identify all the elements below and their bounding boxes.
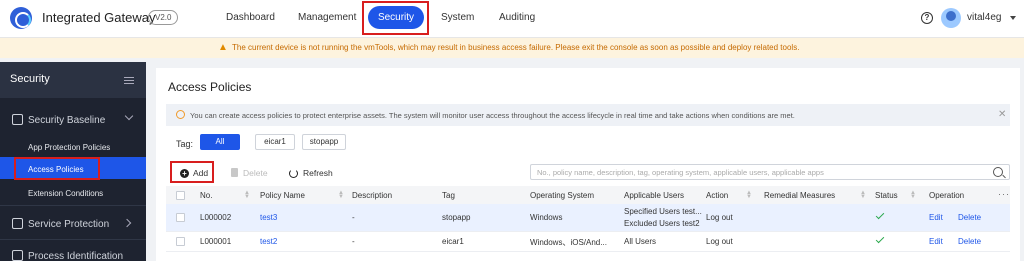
shield-icon <box>12 114 23 125</box>
sidebar-item-process-identification[interactable]: Process Identification <box>28 251 123 261</box>
chevron-right-icon[interactable] <box>122 218 132 228</box>
highlight-box <box>362 1 429 35</box>
cell-users-line1: All Users <box>624 237 657 246</box>
sidebar-item-security-baseline[interactable]: Security Baseline <box>28 115 105 126</box>
info-text: You can create access policies to protec… <box>190 111 795 120</box>
cell-no: L000001 <box>200 237 232 246</box>
cell-policy-name[interactable]: test2 <box>260 237 277 246</box>
collapse-icon[interactable] <box>124 77 134 84</box>
cell-os: Windows <box>530 213 563 222</box>
col-applicable-users: Applicable Users <box>624 191 685 200</box>
delete-link[interactable]: Delete <box>958 213 981 222</box>
tag-all[interactable]: All <box>200 134 240 150</box>
cell-description: - <box>352 213 355 222</box>
sidebar: Security Security Baseline App Protectio… <box>0 62 146 261</box>
col-status: Status <box>875 191 898 200</box>
col-action: Action <box>706 191 729 200</box>
tab-auditing[interactable]: Auditing <box>499 12 535 23</box>
help-icon[interactable]: ? <box>921 12 933 24</box>
info-banner: You can create access policies to protec… <box>166 104 1010 126</box>
highlight-box <box>14 157 100 180</box>
check-icon <box>875 210 885 220</box>
close-icon[interactable]: ✕ <box>998 109 1006 120</box>
highlight-box <box>170 161 214 183</box>
sidebar-item-service-protection[interactable]: Service Protection <box>28 219 109 230</box>
sort-icon[interactable]: ▲ ▼ <box>910 190 916 200</box>
search-input[interactable]: No., policy name, description, tag, oper… <box>530 164 1010 180</box>
app-title: Integrated Gateway <box>42 10 156 25</box>
cell-users-line1: Specified Users test... <box>624 207 702 216</box>
sidebar-item-app-protection[interactable]: App Protection Policies <box>28 143 110 152</box>
search-icon[interactable] <box>993 167 1003 177</box>
sidebar-item-extension-conditions[interactable]: Extension Conditions <box>28 189 103 198</box>
check-icon <box>875 234 885 244</box>
warning-banner: ▲ The current device is not running the … <box>0 38 1024 58</box>
sort-icon[interactable]: ▲ ▼ <box>746 190 752 200</box>
edit-link[interactable]: Edit <box>929 237 943 246</box>
table-row[interactable]: L000002 test3 - stopapp Windows Specifie… <box>166 204 1010 232</box>
avatar[interactable] <box>941 8 961 28</box>
tag-eicar1[interactable]: eicar1 <box>255 134 295 150</box>
col-description: Description <box>352 191 393 200</box>
cell-no: L000002 <box>200 213 232 222</box>
cell-action: Log out <box>706 237 733 246</box>
cell-os: Windows、iOS/And... <box>530 238 607 247</box>
delete-link[interactable]: Delete <box>958 237 981 246</box>
bell-icon: ▲ <box>218 42 228 53</box>
row-checkbox[interactable] <box>176 213 185 222</box>
sort-icon[interactable]: ▲ ▼ <box>338 190 344 200</box>
refresh-icon[interactable] <box>289 169 298 178</box>
main-panel: Access Policies You can create access po… <box>156 68 1020 261</box>
col-operation: Operation <box>929 191 965 200</box>
cell-policy-name[interactable]: test3 <box>260 213 277 222</box>
lightbulb-icon <box>176 110 185 119</box>
page-title: Access Policies <box>168 80 252 94</box>
sort-icon[interactable]: ▲ ▼ <box>860 190 866 200</box>
chevron-down-icon[interactable] <box>124 111 134 121</box>
more-icon[interactable]: ··· <box>998 189 1010 199</box>
version-badge: V2.0 <box>148 10 179 25</box>
process-icon <box>12 250 23 261</box>
col-tag: Tag <box>442 191 455 200</box>
cell-tag: eicar1 <box>442 237 464 246</box>
cell-action: Log out <box>706 213 733 222</box>
trash-icon <box>231 168 238 177</box>
col-remedial-measures: Remedial Measures <box>764 191 836 200</box>
select-all-checkbox[interactable] <box>176 191 185 200</box>
delete-button[interactable]: Delete <box>243 168 268 178</box>
warning-text: The current device is not running the vm… <box>232 43 800 52</box>
sidebar-title: Security <box>10 73 50 85</box>
col-policy-name[interactable]: Policy Name <box>260 191 305 200</box>
search-placeholder: No., policy name, description, tag, oper… <box>537 168 824 177</box>
refresh-button[interactable]: Refresh <box>303 168 333 178</box>
top-nav: Integrated Gateway V2.0 Dashboard Manage… <box>0 0 1024 38</box>
logo-icon <box>10 7 32 29</box>
tab-system[interactable]: System <box>441 12 474 23</box>
sort-icon[interactable]: ▲ ▼ <box>244 190 250 200</box>
username[interactable]: vital4eg <box>967 12 1001 23</box>
col-operating-system: Operating System <box>530 191 595 200</box>
cell-tag: stopapp <box>442 213 471 222</box>
service-icon <box>12 218 23 229</box>
table-header: No. ▲ ▼ Policy Name ▲ ▼ Description Tag Op… <box>166 186 1010 204</box>
edit-link[interactable]: Edit <box>929 213 943 222</box>
cell-users-line2: Excluded Users test2 <box>624 219 700 228</box>
row-checkbox[interactable] <box>176 237 185 246</box>
tab-dashboard[interactable]: Dashboard <box>226 12 275 23</box>
divider <box>0 239 146 240</box>
col-no[interactable]: No. <box>200 191 212 200</box>
divider <box>0 205 146 206</box>
tag-label: Tag: <box>176 139 194 149</box>
tab-management[interactable]: Management <box>298 12 356 23</box>
sidebar-header: Security <box>0 62 146 98</box>
table-row[interactable]: L000001 test2 - eicar1 Windows、iOS/And..… <box>166 232 1010 252</box>
cell-description: - <box>352 237 355 246</box>
tag-stopapp[interactable]: stopapp <box>302 134 346 150</box>
chevron-down-icon[interactable] <box>1010 16 1016 20</box>
